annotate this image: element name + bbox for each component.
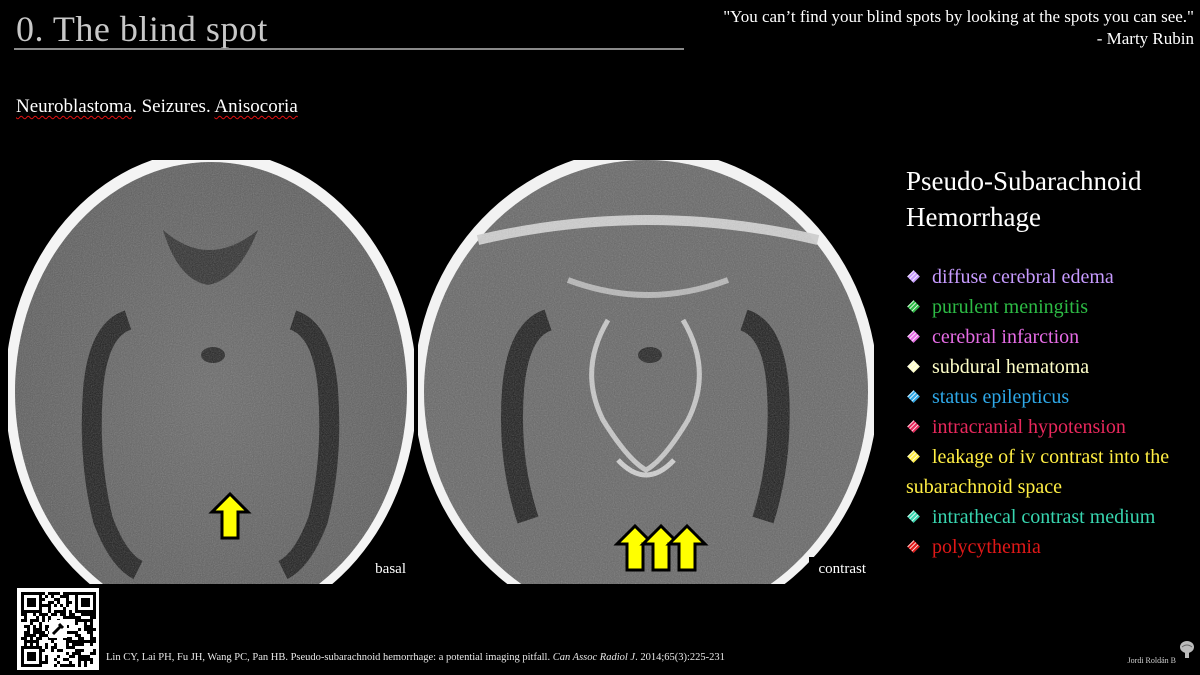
diamond-bullet-icon	[907, 300, 920, 314]
quote-text: "You can’t find your blind spots by look…	[723, 7, 1194, 26]
ddx-item: diffuse cerebral edema	[906, 262, 1198, 292]
ddx-item-text: cerebral infarction	[932, 326, 1080, 348]
ddx-item-text: intrathecal contrast medium	[932, 506, 1156, 528]
ddx-item-text: leakage of iv contrast into the subarach…	[906, 446, 1170, 498]
ddx-item: leakage of iv contrast into the subarach…	[906, 442, 1198, 502]
case-word-anisocoria: Anisocoria	[214, 96, 298, 117]
slide-title: 0. The blind spot	[16, 9, 268, 49]
quote-author: - Marty Rubin	[1096, 29, 1194, 48]
diamond-bullet-icon	[907, 420, 920, 434]
diamond-bullet-icon	[907, 450, 920, 464]
diamond-bullet-icon	[907, 540, 920, 554]
citation-authors: Lin CY, Lai PH, Fu JH, Wang PC, Pan HB. …	[106, 652, 553, 663]
ddx-item-text: purulent meningitis	[932, 296, 1089, 318]
diamond-bullet-icon	[907, 330, 920, 344]
ddx-item-text: intracranial hypotension	[932, 416, 1126, 438]
diamond-bullet-icon	[907, 360, 920, 374]
case-description: Neuroblastoma. Seizures. Anisocoria	[16, 96, 298, 118]
ddx-item-text: polycythemia	[932, 536, 1041, 558]
ddx-item: cerebral infarction	[906, 322, 1198, 352]
ddx-item: intracranial hypotension	[906, 412, 1198, 442]
author-credit: Jordi Roldán B	[1127, 656, 1176, 665]
ddx-item-text: subdural hematoma	[932, 356, 1090, 378]
title-divider	[14, 48, 684, 50]
ddx-item: polycythemia	[906, 532, 1198, 562]
ddx-title-line1: Pseudo-Subarachnoid	[906, 166, 1142, 196]
label-basal: basal	[365, 557, 414, 584]
case-word-neuroblastoma: Neuroblastoma	[16, 96, 133, 117]
citation-journal: Can Assoc Radiol J	[552, 652, 636, 663]
label-contrast: contrast	[808, 557, 874, 584]
ddx-title-line2: Hemorrhage	[906, 202, 1041, 232]
ct-image-contrast: contrast	[418, 160, 874, 584]
diamond-bullet-icon	[907, 510, 920, 524]
case-word-seizures: . Seizures.	[132, 96, 215, 117]
ct-image-basal: basal	[8, 160, 414, 584]
quote-block: "You can’t find your blind spots by look…	[634, 6, 1194, 50]
citation: Lin CY, Lai PH, Fu JH, Wang PC, Pan HB. …	[106, 652, 725, 663]
ddx-item: status epilepticus	[906, 382, 1198, 412]
ddx-item: subdural hematoma	[906, 352, 1198, 382]
ddx-item-text: status epilepticus	[932, 386, 1070, 408]
ddx-item-text: diffuse cerebral edema	[932, 266, 1114, 288]
diamond-bullet-icon	[907, 390, 920, 404]
citation-details: . 2014;65(3):225-231	[635, 652, 725, 663]
ddx-title: Pseudo-Subarachnoid Hemorrhage	[906, 163, 1196, 235]
qr-code[interactable]	[17, 588, 99, 670]
brain-icon	[1180, 641, 1194, 658]
diamond-bullet-icon	[907, 270, 920, 284]
ddx-item: intrathecal contrast medium	[906, 502, 1198, 532]
ddx-list: diffuse cerebral edema purulent meningiti…	[906, 262, 1198, 562]
yellow-arrows-contrast	[613, 523, 709, 572]
ddx-item: purulent meningitis	[906, 292, 1198, 322]
